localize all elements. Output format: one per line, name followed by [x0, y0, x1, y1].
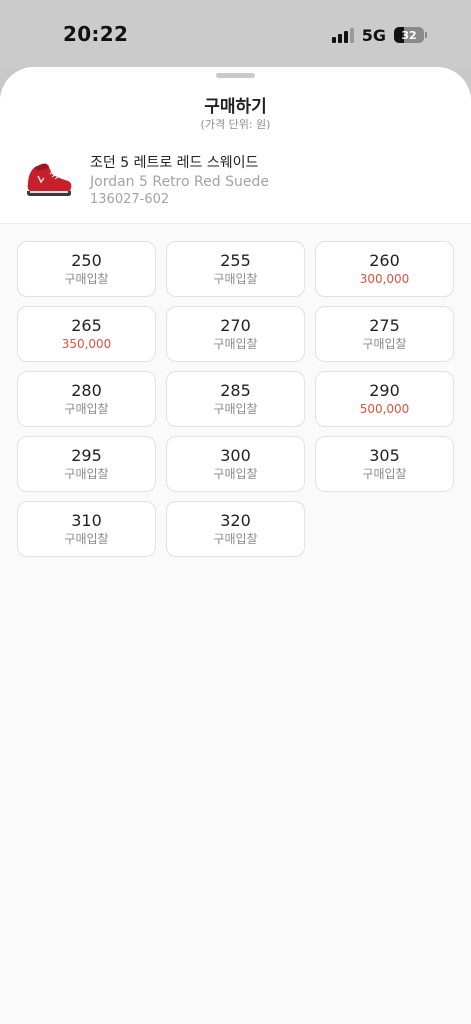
bid-label: 구매입찰 — [213, 336, 258, 351]
size-option-300[interactable]: 300 구매입찰 — [166, 436, 305, 492]
size-label: 310 — [71, 510, 102, 530]
price-unit-note: (가격 단위: 원) — [200, 118, 271, 131]
sneaker-image — [27, 163, 72, 196]
size-option-290[interactable]: 290 500,000 — [315, 371, 454, 427]
network-type: 5G — [361, 25, 386, 45]
size-price: 500,000 — [359, 401, 410, 416]
size-label: 270 — [220, 315, 251, 335]
cellular-signal-icon — [331, 27, 354, 43]
size-option-310[interactable]: 310 구매입찰 — [17, 501, 156, 557]
size-price: 350,000 — [61, 336, 112, 351]
bid-label: 구매입찰 — [64, 271, 109, 286]
size-option-280[interactable]: 280 구매입찰 — [17, 371, 156, 427]
size-option-250[interactable]: 250 구매입찰 — [17, 241, 156, 297]
status-time: 20:22 — [63, 22, 129, 46]
bid-label: 구매입찰 — [362, 336, 407, 351]
size-option-285[interactable]: 285 구매입찰 — [166, 371, 305, 427]
status-bar: 20:22 5G 32 — [0, 0, 471, 68]
size-label: 255 — [220, 250, 251, 270]
bid-label: 구매입찰 — [64, 466, 109, 481]
status-indicators: 5G 32 — [331, 24, 427, 46]
size-option-275[interactable]: 275 구매입찰 — [315, 306, 454, 362]
size-label: 320 — [220, 510, 251, 530]
size-option-270[interactable]: 270 구매입찰 — [166, 306, 305, 362]
product-name-english: Jordan 5 Retro Red Suede — [90, 174, 269, 190]
size-label: 290 — [369, 380, 400, 400]
size-option-255[interactable]: 255 구매입찰 — [166, 241, 305, 297]
size-option-265[interactable]: 265 350,000 — [17, 306, 156, 362]
battery-icon: 32 — [394, 27, 424, 43]
size-label: 295 — [71, 445, 102, 465]
size-label: 305 — [369, 445, 400, 465]
size-label: 275 — [369, 315, 400, 335]
bid-label: 구매입찰 — [213, 466, 258, 481]
product-name-korean: 조던 5 레트로 레드 스웨이드 — [90, 155, 259, 171]
size-label: 285 — [220, 380, 251, 400]
size-option-295[interactable]: 295 구매입찰 — [17, 436, 156, 492]
bid-label: 구매입찰 — [213, 531, 258, 546]
page-title: 구매하기 — [204, 97, 267, 117]
sheet-header: 구매하기 (가격 단위: 원) 조던 5 레트로 레드 스웨이드 Jordan … — [0, 67, 471, 224]
size-grid: 250 구매입찰 255 구매입찰 260 300,000 265 350,000 270 구매입… — [17, 241, 454, 557]
bid-label: 구매입찰 — [213, 401, 258, 416]
size-price: 300,000 — [359, 271, 410, 286]
product-style-code: 136027-602 — [90, 192, 170, 207]
size-label: 280 — [71, 380, 102, 400]
battery-nub — [425, 32, 427, 38]
bid-label: 구매입찰 — [213, 271, 258, 286]
bid-label: 구매입찰 — [362, 466, 407, 481]
size-label: 260 — [369, 250, 400, 270]
bid-label: 구매입찰 — [64, 401, 109, 416]
size-label: 300 — [220, 445, 251, 465]
size-option-260[interactable]: 260 300,000 — [315, 241, 454, 297]
size-option-320[interactable]: 320 구매입찰 — [166, 501, 305, 557]
battery-level: 32 — [401, 28, 417, 42]
size-label: 265 — [71, 315, 102, 335]
size-option-305[interactable]: 305 구매입찰 — [315, 436, 454, 492]
sheet-grabber[interactable] — [216, 73, 255, 78]
purchase-sheet: 구매하기 (가격 단위: 원) 조던 5 레트로 레드 스웨이드 Jordan … — [0, 67, 471, 1024]
size-label: 250 — [71, 250, 102, 270]
bid-label: 구매입찰 — [64, 531, 109, 546]
